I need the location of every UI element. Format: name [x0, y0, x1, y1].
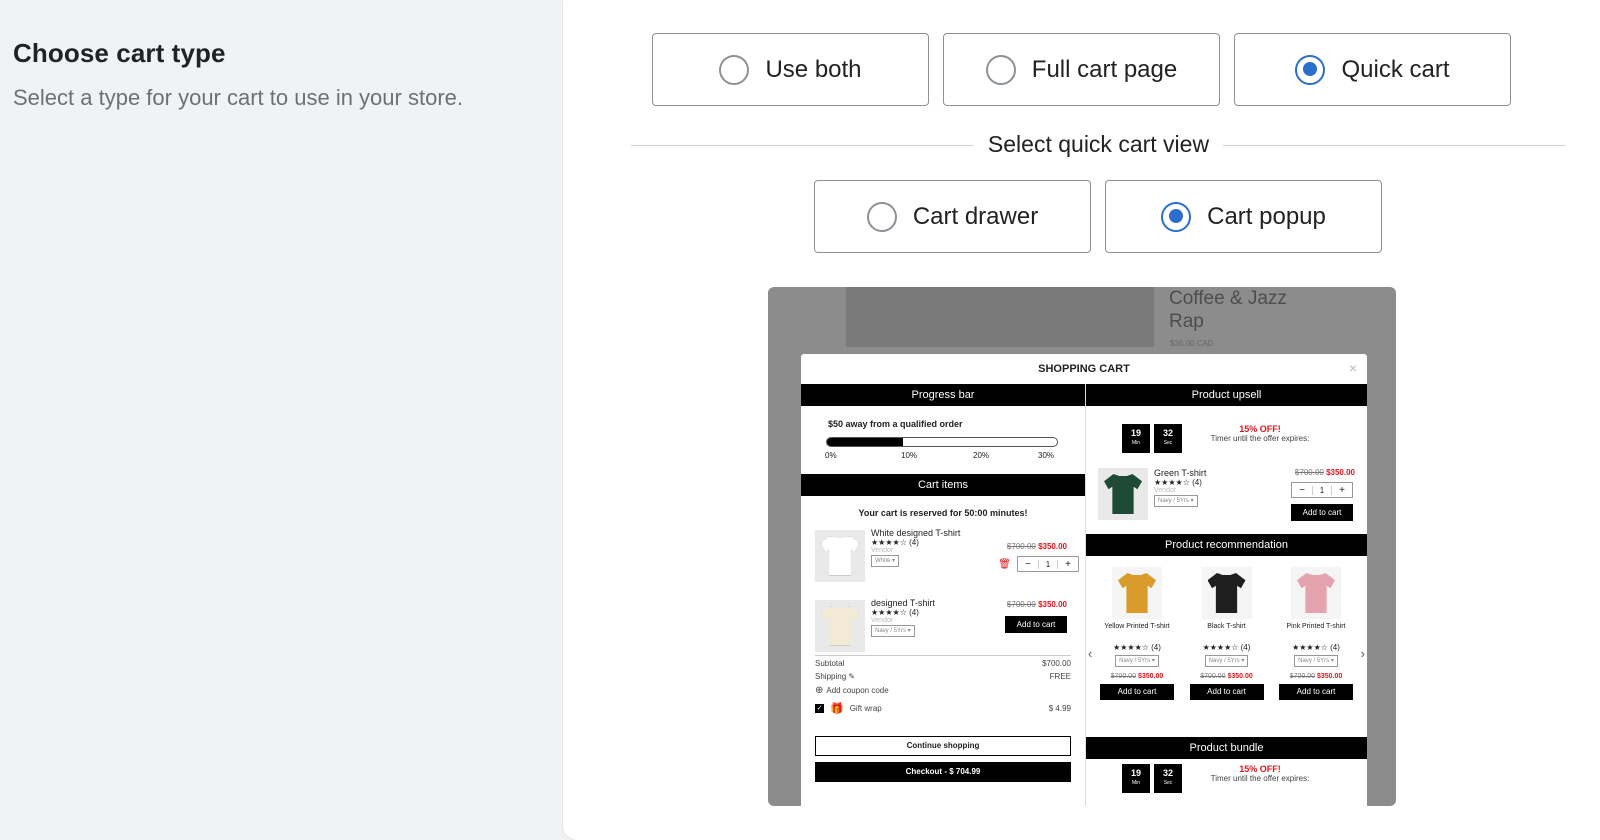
reserved-text: Your cart is reserved for 50:00 minutes! [858, 508, 1028, 518]
progress-message: $50 away from a qualified order [828, 419, 963, 429]
recommendation-item: Black T-shirt ★★★★☆ (4) Navy / 5Yrs ▾ $7… [1189, 567, 1264, 700]
item-variant-select[interactable]: White ▾ [871, 555, 900, 567]
upsell-quantity-stepper[interactable]: − 1 + [1291, 482, 1353, 498]
checkout-button[interactable]: Checkout - $ 704.99 [815, 762, 1071, 782]
item-old-price: $700.00 [1006, 600, 1036, 609]
gift-wrap-checkbox[interactable]: ✓ [815, 704, 824, 713]
option-quick-cart[interactable]: Quick cart [1234, 33, 1511, 106]
background-product-image [846, 287, 1154, 347]
progress-tick: 20% [973, 451, 990, 460]
coupon-link[interactable]: Add coupon code [826, 686, 888, 695]
upsell-product: Green T-shirt ★★★★☆ (4) Vendor Navy / 5Y… [1154, 468, 1206, 507]
progress-bar-header: Progress bar [801, 384, 1085, 406]
upsell-product-stars: ★★★★☆ (4) [1154, 478, 1202, 487]
subtotal-label: Subtotal [815, 659, 845, 668]
upsell-header: Product upsell [1086, 384, 1367, 406]
cart-items-header: Cart items [801, 474, 1085, 496]
radio-cart-drawer[interactable] [866, 201, 897, 232]
order-summary: Subtotal $700.00 Shipping ✎ FREE ⊕ Add coup… [815, 659, 1071, 715]
add-to-cart-button[interactable]: Add to cart [1005, 616, 1067, 633]
recommendation-list: Yellow Printed T-shirt ★★★★☆ (4) Navy / … [1100, 567, 1353, 700]
quick-view-heading: Select quick cart view [973, 131, 1224, 157]
progress-track [826, 437, 1058, 447]
upsell-timer: 19 Min 32 Sec [1122, 424, 1182, 453]
section-title: Choose cart type [13, 38, 226, 68]
progress-fill [827, 438, 903, 446]
quantity-stepper[interactable]: − 1 + [1017, 556, 1079, 572]
option-use-both[interactable]: Use both [652, 33, 929, 106]
chevron-right-icon[interactable]: › [1361, 646, 1365, 661]
quick-view-divider: Select quick cart view [631, 125, 1566, 165]
gift-wrap-price: $ 4.99 [1048, 704, 1071, 713]
bundle-timer: 19 Min 32 Sec [1122, 764, 1182, 793]
bundle-offer: 15% OFF! Timer until the offer expires: [1210, 764, 1310, 783]
cart-popup-preview: Coffee & Jazz Rap $36.00 CAD SHOPPING CA… [768, 287, 1396, 806]
option-full-cart-page-label: Full cart page [1031, 55, 1178, 83]
bundle-header: Product bundle [1086, 737, 1367, 759]
gift-icon: 🎁 [830, 703, 844, 715]
progress-tick: 10% [901, 451, 918, 460]
section-description: Choose cart type Select a type for your … [13, 38, 473, 114]
modal-title: SHOPPING CART [1038, 363, 1130, 375]
minus-icon[interactable]: − [1292, 485, 1312, 496]
cart-right-column: Product upsell 19 Min 32 Sec 15% OFF! Time… [1085, 384, 1367, 806]
radio-quick-cart[interactable] [1295, 54, 1326, 85]
recommendation-image [1207, 573, 1246, 613]
plus-icon[interactable]: + [1332, 485, 1352, 496]
option-use-both-label: Use both [765, 55, 862, 83]
recommendation-image [1297, 573, 1335, 613]
background-product-title: Coffee & Jazz Rap [1169, 288, 1287, 332]
upsell-variant-select[interactable]: Navy / 5Yrs ▾ [1154, 495, 1198, 507]
cart-left-column: Progress bar $50 away from a qualified o… [801, 384, 1085, 806]
option-cart-popup-label: Cart popup [1207, 202, 1326, 230]
upsell-offer: 15% OFF! Timer until the offer expires: [1210, 424, 1310, 443]
option-quick-cart-label: Quick cart [1341, 55, 1450, 83]
quantity-value: 1 [1038, 559, 1058, 569]
upsell-price: $700.00 $350.00 [1294, 468, 1355, 477]
item-variant-select[interactable]: Navy / 5Yrs ▾ [871, 625, 915, 637]
option-full-cart-page[interactable]: Full cart page [943, 33, 1220, 106]
trash-icon[interactable]: 🗑 [998, 559, 1011, 570]
shipping-label: Shipping ✎ [815, 672, 856, 681]
upsell-add-to-cart-button[interactable]: Add to cart [1291, 504, 1353, 521]
recommendation-image [1118, 573, 1156, 613]
progress-tick: 30% [1038, 451, 1055, 460]
chevron-left-icon[interactable]: ‹ [1088, 646, 1092, 661]
item-name: White designed T-shirt [871, 528, 961, 538]
radio-full-cart-page[interactable] [985, 54, 1016, 85]
shipping-value: FREE [1049, 672, 1071, 681]
option-cart-popup[interactable]: Cart popup [1105, 180, 1382, 253]
progress-tick: 0% [825, 451, 837, 460]
cart-item: White designed T-shirt ★★★★☆ (4) Vendor … [871, 528, 1081, 572]
minus-icon[interactable]: − [1018, 559, 1038, 570]
upsell-product-image [1098, 468, 1148, 520]
item-old-price: $700.00 [1006, 542, 1036, 551]
cart-item: designed T-shirt ★★★★☆ (4) Vendor Navy /… [871, 598, 1081, 637]
item-price: $350.00 [1038, 600, 1067, 609]
item-image-white-tshirt [815, 530, 865, 582]
item-image-designed-tshirt [815, 600, 865, 652]
item-price: $350.00 [1038, 542, 1067, 551]
close-icon: × [1348, 360, 1357, 376]
plus-circle-icon[interactable]: ⊕ [815, 685, 823, 696]
background-product-price: $36.00 CAD [1170, 339, 1214, 348]
upsell-product-name: Green T-shirt [1154, 468, 1207, 478]
plus-icon[interactable]: + [1058, 559, 1078, 570]
option-cart-drawer[interactable]: Cart drawer [814, 180, 1091, 253]
add-to-cart-button[interactable]: Add to cart [1189, 684, 1264, 700]
gift-wrap-label: Gift wrap [849, 704, 882, 713]
shopping-cart-modal: SHOPPING CART × Progress bar $50 away fr… [801, 354, 1367, 806]
radio-cart-popup[interactable] [1161, 201, 1192, 232]
recommendation-header: Product recommendation [1086, 534, 1367, 556]
continue-shopping-button[interactable]: Continue shopping [815, 736, 1071, 756]
subtotal-value: $700.00 [1042, 659, 1071, 668]
add-to-cart-button[interactable]: Add to cart [1100, 684, 1174, 700]
recommendation-item: Yellow Printed T-shirt ★★★★☆ (4) Navy / … [1100, 567, 1174, 700]
add-to-cart-button[interactable]: Add to cart [1279, 684, 1353, 700]
recommendation-item: Pink Printed T-shirt ★★★★☆ (4) Navy / 5Y… [1279, 567, 1353, 700]
option-cart-drawer-label: Cart drawer [912, 202, 1039, 230]
section-subtitle: Select a type for your cart to use in yo… [13, 85, 463, 110]
radio-use-both[interactable] [719, 54, 750, 85]
